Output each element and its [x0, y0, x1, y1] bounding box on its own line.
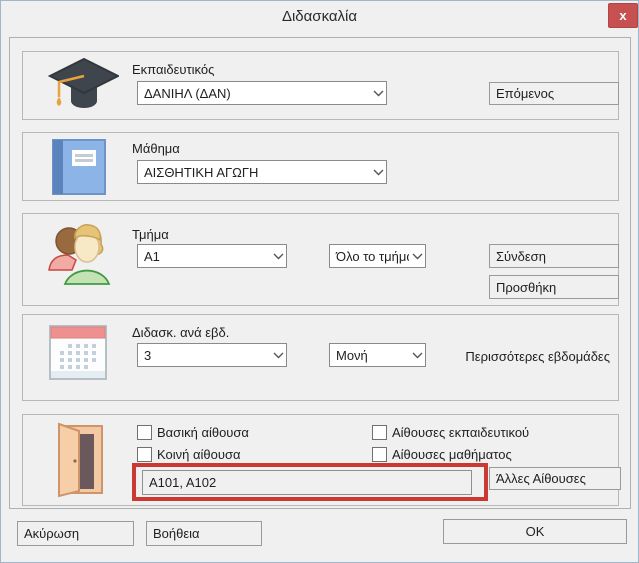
connect-button[interactable]: Σύνδεση — [489, 244, 619, 268]
checkbox-box — [137, 425, 152, 440]
class-groupbox: Τμήμα A1 Όλο το τμήμα Σύνδεση Προσθήκη — [22, 213, 619, 306]
week-parity-select[interactable]: Μονή — [329, 343, 426, 367]
periods-label: Διδασκ. ανά εβδ. — [132, 325, 229, 340]
next-button[interactable]: Επόμενος — [489, 82, 619, 105]
shared-room-checkbox[interactable]: Κοινή αίθουσα — [137, 447, 240, 462]
other-rooms-button[interactable]: Άλλες Αίθουσες — [489, 467, 621, 490]
checkbox-box — [372, 447, 387, 462]
week-parity-value: Μονή — [330, 348, 409, 363]
subject-rooms-label: Αίθουσες μαθήματος — [392, 447, 512, 462]
graduation-cap-icon — [45, 57, 119, 115]
periods-groupbox: Διδασκ. ανά εβδ. 3 Μονή Περισσότερες εβδ… — [22, 314, 619, 401]
periods-select[interactable]: 3 — [137, 343, 287, 367]
more-weeks-link[interactable]: Περισσότερες εβδομάδες — [465, 349, 610, 364]
teacher-rooms-checkbox[interactable]: Αίθουσες εκπαιδευτικού — [372, 425, 529, 440]
class-select[interactable]: A1 — [137, 244, 287, 268]
chevron-down-icon — [370, 169, 386, 176]
dialog-title: Διδασκαλία — [1, 8, 638, 25]
class-label: Τμήμα — [132, 227, 169, 242]
teacher-select[interactable]: ΔΑΝΙΗΛ (ΔΑΝ) — [137, 81, 387, 105]
help-button[interactable]: Βοήθεια — [146, 521, 262, 546]
students-icon — [46, 222, 112, 288]
subject-label: Μάθημα — [132, 141, 180, 156]
door-icon — [50, 421, 106, 499]
checkbox-box — [137, 447, 152, 462]
subject-rooms-checkbox[interactable]: Αίθουσες μαθήματος — [372, 447, 512, 462]
chevron-down-icon — [370, 90, 386, 97]
class-scope-select[interactable]: Όλο το τμήμα — [329, 244, 426, 268]
rooms-groupbox: Βασική αίθουσα Κοινή αίθουσα Αίθουσες εκ… — [22, 414, 619, 506]
teacher-label: Εκπαιδευτικός — [132, 62, 214, 77]
main-room-label: Βασική αίθουσα — [157, 425, 249, 440]
subject-selected-value: ΑΙΣΘΗΤΙΚΗ ΑΓΩΓΗ — [138, 165, 370, 180]
main-room-checkbox[interactable]: Βασική αίθουσα — [137, 425, 249, 440]
subject-groupbox: Μάθημα ΑΙΣΘΗΤΙΚΗ ΑΓΩΓΗ — [22, 132, 619, 201]
periods-selected-value: 3 — [138, 348, 270, 363]
teacher-rooms-label: Αίθουσες εκπαιδευτικού — [392, 425, 529, 440]
teacher-selected-value: ΔΑΝΙΗΛ (ΔΑΝ) — [138, 86, 370, 101]
chevron-down-icon — [409, 253, 425, 260]
book-icon — [50, 138, 108, 196]
teaching-dialog: Διδασκαλία x Εκπαιδευτικός ΔΑΝΙΗΛ (ΔΑΝ) … — [0, 0, 639, 563]
close-icon: x — [619, 8, 626, 23]
calendar-icon — [48, 323, 108, 383]
chevron-down-icon — [270, 352, 286, 359]
class-scope-value: Όλο το τμήμα — [330, 249, 409, 264]
checkbox-box — [372, 425, 387, 440]
chevron-down-icon — [409, 352, 425, 359]
add-button[interactable]: Προσθήκη — [489, 275, 619, 299]
ok-button[interactable]: OK — [443, 519, 627, 544]
shared-room-label: Κοινή αίθουσα — [157, 447, 240, 462]
content-panel: Εκπαιδευτικός ΔΑΝΙΗΛ (ΔΑΝ) Επόμενος Μάθη… — [9, 37, 631, 509]
rooms-value: A101, A102 — [143, 475, 216, 490]
rooms-input[interactable]: A101, A102 — [142, 470, 472, 495]
chevron-down-icon — [270, 253, 286, 260]
class-selected-value: A1 — [138, 249, 270, 264]
cancel-button[interactable]: Ακύρωση — [17, 521, 134, 546]
close-button[interactable]: x — [608, 3, 638, 28]
subject-select[interactable]: ΑΙΣΘΗΤΙΚΗ ΑΓΩΓΗ — [137, 160, 387, 184]
teacher-groupbox: Εκπαιδευτικός ΔΑΝΙΗΛ (ΔΑΝ) Επόμενος — [22, 51, 619, 120]
